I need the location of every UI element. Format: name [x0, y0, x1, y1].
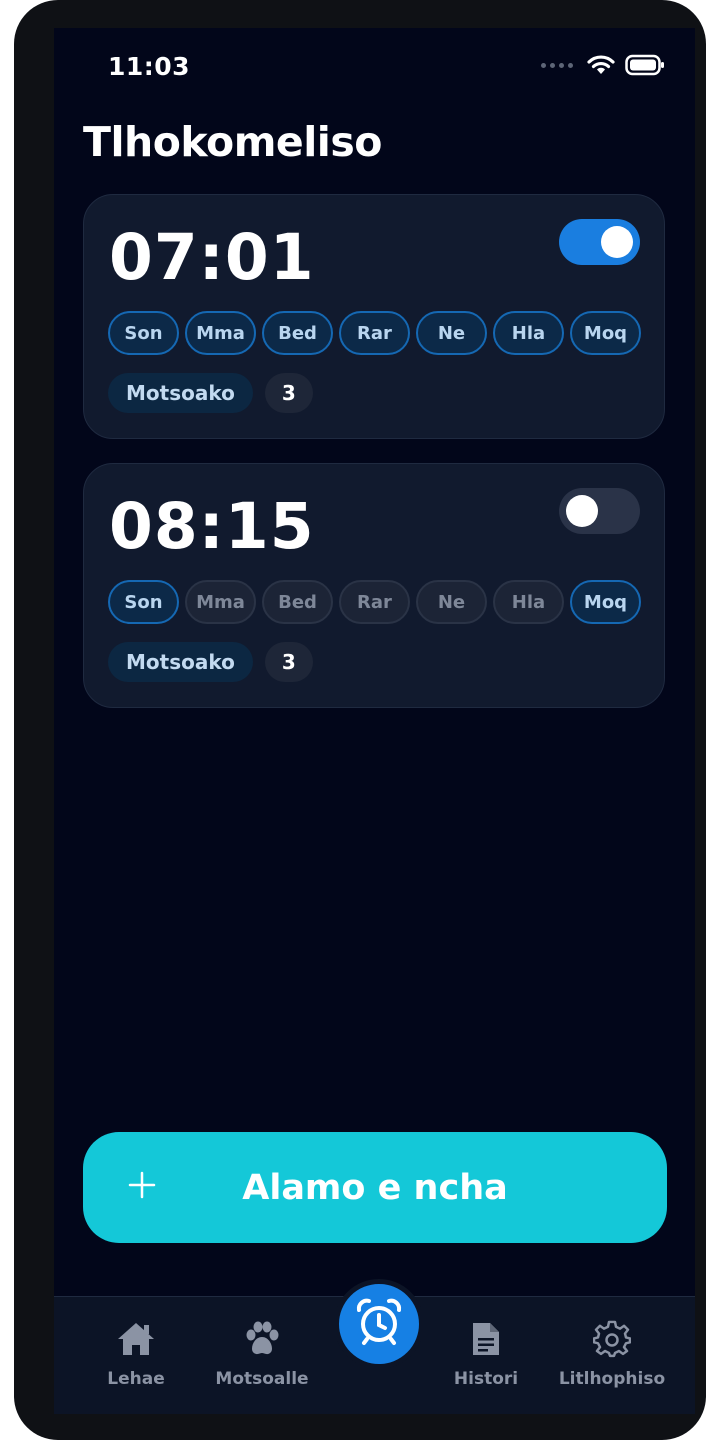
nav-item-settings[interactable]: Litlhophiso — [552, 1319, 672, 1389]
day-chip-moq[interactable]: Moq — [570, 311, 641, 355]
paw-icon — [202, 1319, 322, 1359]
nav-label-history: Histori — [453, 1369, 519, 1389]
document-icon — [426, 1319, 546, 1359]
gear-icon — [552, 1319, 672, 1359]
day-chip-hla[interactable]: Hla — [493, 580, 564, 624]
new-alarm-label: Alamo e ncha — [242, 1167, 508, 1208]
alarm-time: 07:01 — [109, 221, 315, 294]
status-time: 11:03 — [108, 52, 191, 81]
status-indicators — [541, 54, 665, 76]
home-icon — [76, 1319, 196, 1359]
day-chip-bed[interactable]: Bed — [262, 311, 333, 355]
toggle-knob — [601, 226, 633, 258]
weekday-selector: Son Mma Bed Rar Ne Hla Moq — [108, 580, 641, 624]
alarm-clock-icon — [354, 1297, 404, 1351]
day-chip-moq[interactable]: Moq — [570, 580, 641, 624]
day-chip-son[interactable]: Son — [108, 580, 179, 624]
mode-chip[interactable]: Motsoako — [108, 373, 253, 413]
wifi-icon — [587, 54, 615, 76]
mode-chip[interactable]: Motsoako — [108, 642, 253, 682]
nav-item-history[interactable]: Histori — [426, 1319, 546, 1389]
day-chip-ne[interactable]: Ne — [416, 580, 487, 624]
day-chip-rar[interactable]: Rar — [339, 580, 410, 624]
day-chip-hla[interactable]: Hla — [493, 311, 564, 355]
count-badge: 3 — [264, 642, 313, 682]
nav-label-settings: Litlhophiso — [558, 1369, 666, 1389]
day-chip-son[interactable]: Son — [108, 311, 179, 355]
alarm-meta: Motsoako 3 — [108, 373, 313, 413]
phone-frame: 11:03 Tlhokomeliso 07:01 Son Mma Bed Rar… — [14, 0, 706, 1440]
plus-icon — [127, 1170, 157, 1200]
weekday-selector: Son Mma Bed Rar Ne Hla Moq — [108, 311, 641, 355]
count-badge: 3 — [264, 373, 313, 413]
cellular-signal-icon — [541, 62, 573, 68]
alarm-card[interactable]: 07:01 Son Mma Bed Rar Ne Hla Moq Motsoak… — [83, 194, 665, 439]
status-bar: 11:03 — [54, 28, 695, 108]
day-chip-mma[interactable]: Mma — [185, 311, 256, 355]
alarm-toggle[interactable] — [559, 219, 640, 265]
battery-icon — [625, 54, 665, 76]
new-alarm-button[interactable]: Alamo e ncha — [83, 1132, 667, 1243]
alarm-card[interactable]: 08:15 Son Mma Bed Rar Ne Hla Moq Motsoak… — [83, 463, 665, 708]
toggle-knob — [566, 495, 598, 527]
app-screen: 11:03 Tlhokomeliso 07:01 Son Mma Bed Rar… — [54, 28, 695, 1414]
nav-label-pets: Motsoalle — [215, 1369, 309, 1389]
day-chip-mma[interactable]: Mma — [185, 580, 256, 624]
alarm-time: 08:15 — [109, 490, 315, 563]
alarm-toggle[interactable] — [559, 488, 640, 534]
nav-item-home[interactable]: Lehae — [76, 1319, 196, 1389]
page-title: Tlhokomeliso — [83, 118, 382, 166]
alarm-meta: Motsoako 3 — [108, 642, 313, 682]
day-chip-bed[interactable]: Bed — [262, 580, 333, 624]
nav-item-alarms[interactable] — [334, 1279, 424, 1369]
nav-label-home: Lehae — [107, 1369, 165, 1389]
day-chip-ne[interactable]: Ne — [416, 311, 487, 355]
day-chip-rar[interactable]: Rar — [339, 311, 410, 355]
nav-item-pets[interactable]: Motsoalle — [202, 1319, 322, 1389]
